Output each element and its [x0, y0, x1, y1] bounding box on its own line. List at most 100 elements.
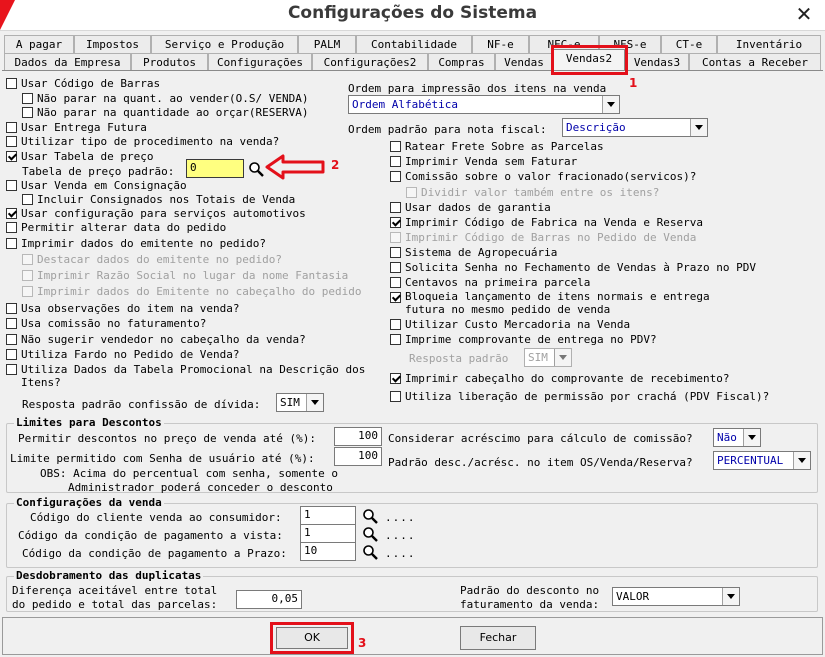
- cond-vista-description: ....: [385, 529, 416, 542]
- imprimir-cabecalho-checkbox[interactable]: [390, 373, 401, 384]
- imprime-comprovante-label: Imprime comprovante de entrega no PDV?: [405, 333, 657, 346]
- close-button[interactable]: ✕: [784, 0, 824, 30]
- limite-senha-input[interactable]: 100: [334, 447, 382, 466]
- ordem-nota-select[interactable]: Descrição: [562, 118, 708, 137]
- destacar-dados-label: Destacar dados do emitente no pedido?: [37, 253, 283, 266]
- sistema-agropecuaria-checkbox[interactable]: [390, 247, 401, 258]
- annotation-number-2: 2: [331, 158, 340, 172]
- resposta-confissao-select[interactable]: SIM: [276, 393, 324, 412]
- cond-prazo-description: ....: [385, 547, 416, 560]
- nao-parar-venda-checkbox[interactable]: [22, 93, 33, 104]
- incluir-consignados-checkbox[interactable]: [22, 194, 33, 205]
- padrao-desc-item-select[interactable]: PERCENTUAL: [713, 451, 811, 470]
- cond-prazo-input[interactable]: 10: [300, 542, 356, 561]
- usar-codigo-barras-checkbox[interactable]: [6, 78, 17, 89]
- usar-config-servicos-checkbox[interactable]: [6, 208, 17, 219]
- usar-dados-garantia-checkbox[interactable]: [390, 202, 401, 213]
- tab-inventario[interactable]: Inventário: [717, 35, 821, 53]
- utiliza-dados-tabela-label: Utiliza Dados da Tabela Promocional na D…: [21, 363, 366, 376]
- imprimir-venda-sem-faturar-checkbox[interactable]: [390, 156, 401, 167]
- fechar-button[interactable]: Fechar: [460, 626, 536, 650]
- imprimir-codigo-barras-checkbox[interactable]: [390, 232, 401, 243]
- utilizar-custo-checkbox[interactable]: [390, 319, 401, 330]
- imprime-comprovante-checkbox[interactable]: [390, 334, 401, 345]
- nao-sugerir-vendedor-checkbox[interactable]: [6, 334, 17, 345]
- tab-impostos[interactable]: Impostos: [74, 35, 151, 53]
- tab-dados-empresa[interactable]: Dados da Empresa: [4, 53, 131, 71]
- utilizar-tipo-procedimento-checkbox[interactable]: [6, 136, 17, 147]
- permitir-descontos-input[interactable]: 100: [334, 427, 382, 446]
- imprimir-dados-emitente-checkbox[interactable]: [6, 238, 17, 249]
- tab-vendas[interactable]: Vendas: [495, 53, 553, 71]
- diferenca-input[interactable]: 0,05: [236, 590, 302, 609]
- resposta-padrao-label: Resposta padrão: [409, 352, 509, 365]
- usar-tabela-preco-checkbox[interactable]: [6, 151, 17, 162]
- cond-vista-label: Código da condição de pagamento a vista:: [18, 529, 283, 542]
- limites-title: Limites para Descontos: [14, 416, 164, 429]
- destacar-dados-checkbox[interactable]: [22, 254, 33, 265]
- usa-observacoes-checkbox[interactable]: [6, 303, 17, 314]
- tab-configuracoes[interactable]: Configurações: [208, 53, 312, 71]
- sistema-agropecuaria-label: Sistema de Agropecuária: [405, 246, 558, 259]
- tab-contabilidade[interactable]: Contabilidade: [356, 35, 472, 53]
- nao-parar-orcar-label: Não parar na quantidade ao orçar(RESERVA…: [37, 106, 309, 119]
- considerar-acrescimo-value: Não: [717, 431, 737, 444]
- imprimir-venda-sem-faturar-label: Imprimir Venda sem Faturar: [405, 155, 578, 168]
- permitir-alterar-data-checkbox[interactable]: [6, 222, 17, 233]
- usar-entrega-futura-checkbox[interactable]: [6, 122, 17, 133]
- ordem-impressao-select[interactable]: Ordem Alfabética: [348, 95, 620, 114]
- usa-comissao-checkbox[interactable]: [6, 318, 17, 329]
- tab-compras[interactable]: Compras: [428, 53, 495, 71]
- tab-a-pagar[interactable]: A pagar: [4, 35, 74, 53]
- chevron-down-icon: [306, 394, 323, 411]
- search-icon[interactable]: [362, 544, 378, 560]
- search-icon[interactable]: [248, 161, 264, 177]
- tabela-preco-padrao-input[interactable]: 0: [186, 159, 244, 178]
- tab-contas-receber[interactable]: Contas a Receber: [689, 53, 821, 71]
- usa-observacoes-label: Usa observações do item na venda?: [21, 302, 240, 315]
- search-icon[interactable]: [362, 526, 378, 542]
- considerar-acrescimo-label: Considerar acréscimo para cálculo de com…: [388, 432, 693, 445]
- utiliza-liberacao-checkbox[interactable]: [390, 391, 401, 402]
- imprimir-dados-cabecalho-label: Imprimir dados do Emitente no cabeçalho …: [37, 285, 362, 298]
- ordem-impressao-label: Ordem para impressão dos itens na venda: [348, 82, 607, 95]
- highlight-box-vendas2: [551, 45, 628, 75]
- utiliza-fardo-label: Utiliza Fardo no Pedido de Venda?: [21, 348, 240, 361]
- tab-divider: [2, 70, 823, 71]
- bloqueia-lancamento-checkbox[interactable]: [390, 292, 401, 303]
- ratear-frete-checkbox[interactable]: [390, 141, 401, 152]
- tab-produtos[interactable]: Produtos: [131, 53, 208, 71]
- utiliza-dados-tabela-checkbox[interactable]: [6, 364, 17, 375]
- dividir-valor-checkbox[interactable]: [406, 187, 417, 198]
- ordem-impressao-value: Ordem Alfabética: [352, 98, 458, 111]
- desdobramento-title: Desdobramento das duplicatas: [14, 569, 204, 582]
- padrao-desc-item-value: PERCENTUAL: [717, 454, 784, 467]
- imprimir-razao-checkbox[interactable]: [22, 270, 33, 281]
- annotation-number-3: 3: [358, 636, 367, 650]
- tab-palm[interactable]: PALM: [298, 35, 356, 53]
- resposta-padrao-select[interactable]: SIM: [524, 348, 572, 367]
- cond-vista-input[interactable]: 1: [300, 524, 356, 543]
- tab-nfe[interactable]: NF-e: [472, 35, 529, 53]
- permitir-alterar-data-label: Permitir alterar data do pedido: [21, 221, 227, 234]
- considerar-acrescimo-select[interactable]: Não: [713, 428, 761, 447]
- codigo-cliente-input[interactable]: 1: [300, 506, 356, 525]
- comissao-fracionado-checkbox[interactable]: [390, 171, 401, 182]
- centavos-primeira-checkbox[interactable]: [390, 277, 401, 288]
- usar-venda-consignacao-checkbox[interactable]: [6, 180, 17, 191]
- nao-parar-orcar-checkbox[interactable]: [22, 107, 33, 118]
- padrao-desconto-select[interactable]: VALOR: [612, 587, 740, 606]
- tab-vendas3[interactable]: Vendas3: [625, 53, 689, 71]
- imprimir-codigo-fabrica-label: Imprimir Código de Fabrica na Venda e Re…: [405, 216, 704, 229]
- tab-cte[interactable]: CT-e: [661, 35, 717, 53]
- tab-configuracoes2[interactable]: Configurações2: [312, 53, 428, 71]
- solicita-senha-label: Solicita Senha no Fechamento de Vendas à…: [405, 261, 756, 274]
- imprimir-dados-cabecalho-checkbox[interactable]: [22, 286, 33, 297]
- solicita-senha-checkbox[interactable]: [390, 262, 401, 273]
- search-icon[interactable]: [362, 508, 378, 524]
- obs-line-2: Administrador poderá conceder o desconto: [68, 481, 333, 494]
- tab-servico-producao[interactable]: Serviço e Produção: [151, 35, 298, 53]
- codigo-cliente-description: ....: [385, 511, 416, 524]
- utiliza-fardo-checkbox[interactable]: [6, 349, 17, 360]
- imprimir-codigo-fabrica-checkbox[interactable]: [390, 217, 401, 228]
